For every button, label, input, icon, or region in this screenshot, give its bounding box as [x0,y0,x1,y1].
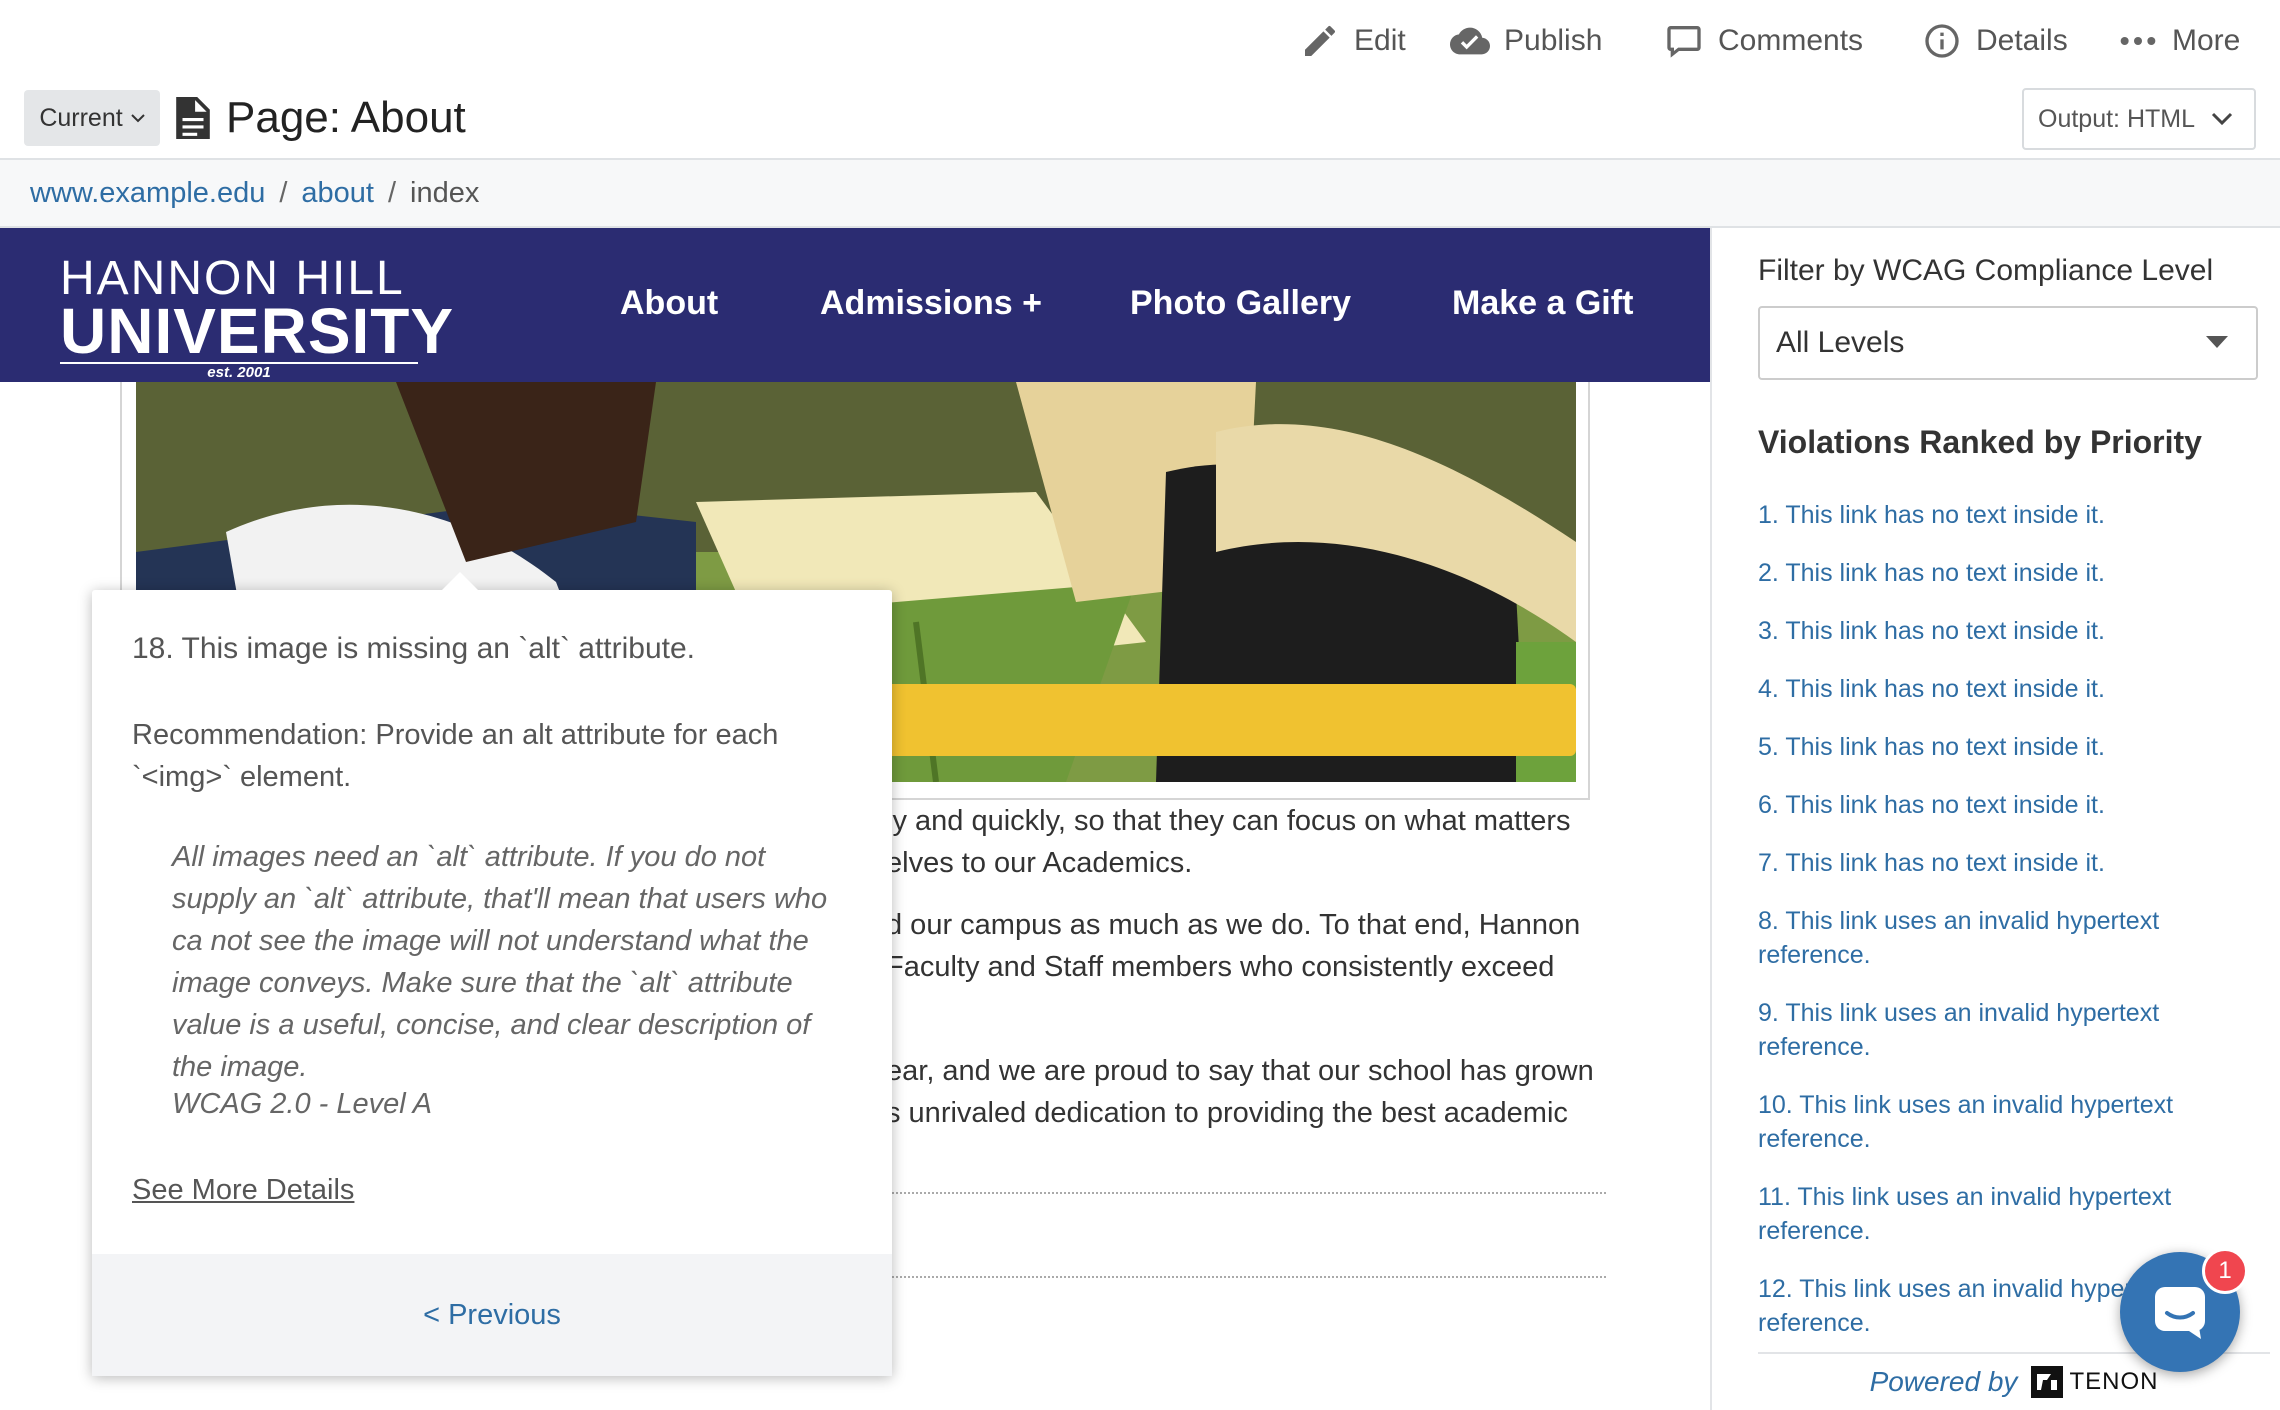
breadcrumb-current: index [410,176,480,209]
details-label: Details [1976,24,2068,57]
body-text-line: ly and quickly, so that they can focus o… [886,805,1571,837]
violation-item[interactable]: 6. This link has no text inside it. [1758,788,2228,822]
highlight-banner [870,684,1576,756]
violation-recommendation: Recommendation: Provide an alt attribute… [132,719,779,793]
caret-down-icon [2206,336,2228,348]
wcag-level-select[interactable]: All Levels [1758,306,2258,380]
violation-description: All images need an `alt` attribute. If y… [172,841,828,1083]
chat-icon [2155,1287,2205,1339]
violation-item[interactable]: 4. This link has no text inside it. [1758,672,2228,706]
comments-button[interactable]: Comments [1664,16,1863,66]
breadcrumb-separator: / [387,176,397,209]
body-text-line: Faculty and Staff members who consistent… [886,951,1555,983]
violation-item[interactable]: 3. This link has no text inside it. [1758,614,2228,648]
version-label: Current [39,103,123,132]
accessibility-panel: Filter by WCAG Compliance Level All Leve… [1710,228,2280,1410]
divider [880,1276,1606,1278]
page-title: Page: About [226,93,466,142]
university-logo[interactable]: HANNON HILL UNIVERSITY est. 2001 [60,255,455,382]
breadcrumb: www.example.edu / about / index [0,158,2280,228]
edit-button[interactable]: Edit [1300,16,1406,66]
info-icon [1925,24,1959,58]
edit-label: Edit [1354,24,1406,57]
nav-item-make-a-gift[interactable]: Make a Gift [1452,284,1633,323]
comment-icon [1667,26,1701,58]
toolbar: Edit Publish Comments Details More [0,0,2280,80]
body-text-line: ear, and we are proud to say that our sc… [886,1055,1594,1087]
tenon-icon [2031,1366,2064,1398]
body-text-line: s unrivaled dedication to providing the … [886,1097,1568,1129]
logo-line2: UNIVERSITY [60,295,455,367]
violation-item[interactable]: 1. This link has no text inside it. [1758,498,2228,532]
comments-label: Comments [1718,24,1864,57]
ellipsis-icon [2120,37,2156,45]
breadcrumb-site-link[interactable]: www.example.edu [30,177,265,210]
wcag-level: WCAG 2.0 - Level A [172,1088,433,1120]
tenon-brand: TENON [2069,1368,2159,1395]
violation-popover: 18. This image is missing an `alt` attri… [92,572,892,1376]
page-header: Current Page: About Output: HTML [0,88,2280,158]
divider [880,1192,1606,1194]
more-button[interactable]: More [2118,16,2240,66]
tenon-logo[interactable]: TENON [2031,1366,2158,1398]
details-button[interactable]: Details [1922,16,2068,66]
output-label: Output: HTML [2038,104,2195,133]
notification-badge: 1 [2202,1248,2248,1294]
powered-by-label: Powered by [1869,1366,2018,1397]
pencil-icon [1305,26,1335,56]
nav-item-admissions[interactable]: Admissions + [820,284,1042,323]
wcag-level-value: All Levels [1776,326,1905,359]
violation-item[interactable]: 9. This link uses an invalid hypertext r… [1758,996,2228,1064]
breadcrumb-folder-link[interactable]: about [301,177,374,210]
output-dropdown[interactable]: Output: HTML [2022,88,2256,150]
chevron-down-icon [2211,112,2233,126]
previous-button[interactable]: < Previous [423,1299,561,1332]
violation-item[interactable]: 2. This link has no text inside it. [1758,556,2228,590]
site-navigation: HANNON HILL UNIVERSITY est. 2001 About A… [0,228,1710,382]
document-icon [176,97,210,139]
publish-button[interactable]: Publish [1450,16,1602,66]
violation-item[interactable]: 5. This link has no text inside it. [1758,730,2228,764]
violations-heading: Violations Ranked by Priority [1758,424,2202,460]
popover-footer: < Previous [92,1254,892,1376]
popover-arrow [442,572,478,590]
nav-item-about[interactable]: About [620,284,718,323]
page-title-group: Page: About [176,90,466,146]
publish-label: Publish [1504,24,1603,57]
violation-item[interactable]: 11. This link uses an invalid hypertext … [1758,1180,2228,1248]
chevron-down-icon [130,114,145,123]
version-dropdown[interactable]: Current [24,90,160,146]
violation-item[interactable]: 7. This link has no text inside it. [1758,846,2228,880]
nav-item-photo-gallery[interactable]: Photo Gallery [1130,284,1351,323]
see-more-details-link[interactable]: See More Details [132,1174,354,1207]
cloud-check-icon [1450,27,1490,55]
breadcrumb-separator: / [279,176,288,209]
violation-title: 18. This image is missing an `alt` attri… [132,632,696,665]
filter-label: Filter by WCAG Compliance Level [1758,254,2214,287]
violation-item[interactable]: 8. This link uses an invalid hypertext r… [1758,904,2228,972]
body-text-line: elves to our Academics. [886,847,1193,879]
violation-item[interactable]: 10. This link uses an invalid hypertext … [1758,1088,2228,1156]
more-label: More [2172,24,2241,57]
body-text-line: d our campus as much as we do. To that e… [886,909,1581,941]
